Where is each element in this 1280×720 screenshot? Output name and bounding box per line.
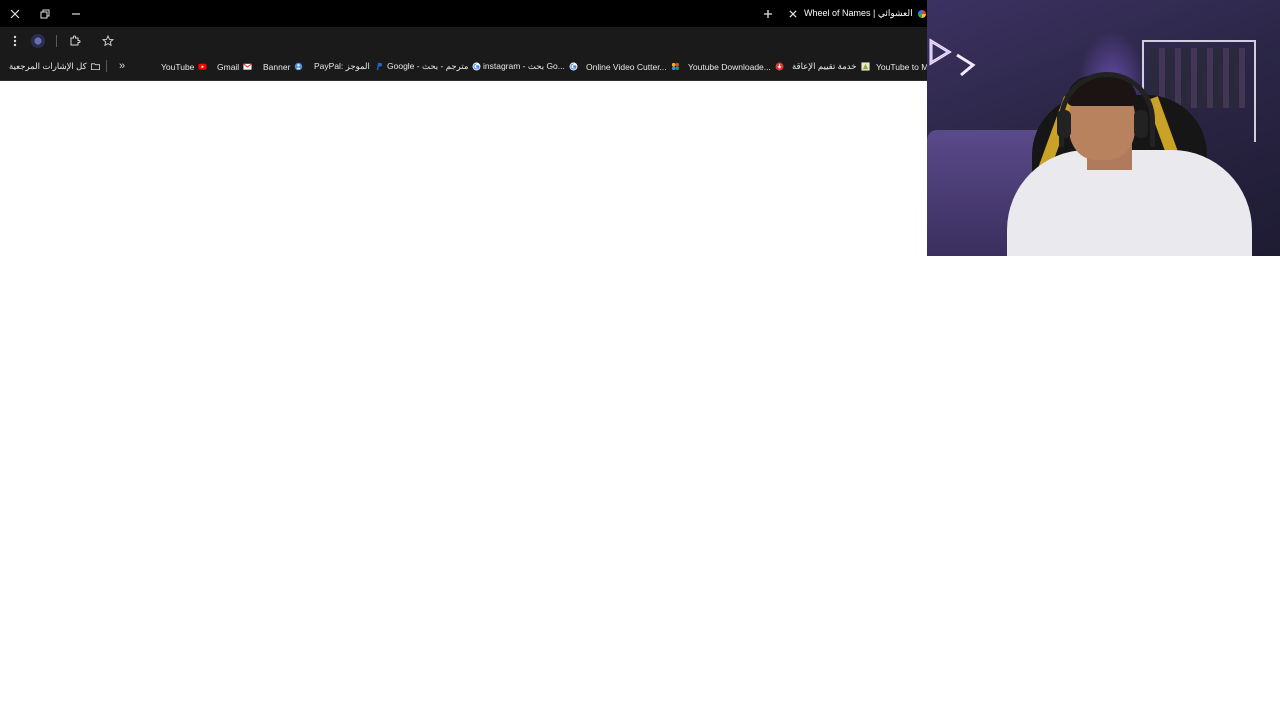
restore-icon [40,9,50,18]
restore-window-button[interactable] [30,0,60,27]
bookmark-online-video-cutter[interactable]: Online Video Cutter... [586,58,680,75]
wheel-favicon-icon [918,9,926,18]
minimize-icon [72,12,80,15]
close-icon [789,9,797,18]
bookmarks-overflow-button[interactable]: » [114,59,130,73]
bookmark-youtube-to-mp3[interactable]: YouTube to Mp [876,58,933,75]
tab-title: Wheel of Names | سم العشوائي [804,8,912,18]
close-icon [10,9,20,18]
paypal-icon [376,62,382,71]
bookmark-label: Banner [263,61,291,72]
bookmark-instagram-search[interactable]: instagram - بحث Go... [483,58,578,75]
bookmark-label: YouTube to Mp [876,61,934,72]
bookmark-paypal[interactable]: PayPal: الموجز [314,58,383,75]
bookmark-gmail[interactable]: Gmail [217,58,253,75]
toolbar-divider [56,35,57,47]
youtube-icon [198,63,207,70]
all-bookmarks-folder[interactable]: كل الإشارات المرجعية [9,58,100,75]
bookmark-disability-assessment[interactable]: خدمة تقييم الإعاقة [792,58,870,75]
kebab-menu-icon [13,35,17,47]
new-tab-button[interactable] [757,4,779,24]
bookmark-label: خدمة تقييم الإعاقة [792,61,857,71]
bookmark-star-button[interactable] [99,32,117,50]
close-window-button[interactable] [0,0,30,27]
download-icon [775,62,784,71]
bookmark-label: instagram - بحث Go... [483,61,565,71]
gmail-icon [243,63,253,70]
bookmark-label: YouTube [161,61,195,72]
webcam-overlay [927,0,1280,256]
bookmark-label: Google - مترجم - بحث [387,61,469,71]
bookmark-label: Youtube Downloade... [688,61,771,72]
minimize-window-button[interactable] [61,0,91,27]
browser-tab[interactable]: Wheel of Names | سم العشوائي [784,3,934,24]
extensions-button[interactable] [66,32,84,50]
google-icon [472,62,481,71]
bookmark-youtube-downloader[interactable]: Youtube Downloade... [688,58,784,75]
bookmark-youtube[interactable]: YouTube [161,58,207,75]
bookmark-label: Gmail [217,61,240,72]
video-cutter-icon [671,62,679,71]
profile-avatar[interactable] [31,34,45,48]
tab-close-button[interactable] [786,7,800,21]
puzzle-icon [70,35,81,46]
disability-service-icon [860,62,870,71]
bookmark-label: PayPal: الموجز [314,61,370,71]
neon-logo-icon [929,38,976,77]
bookmark-banner[interactable]: Banner [263,58,303,75]
google-icon [569,62,578,71]
menu-button[interactable] [6,32,24,50]
plus-icon [764,10,772,18]
star-icon [102,35,114,47]
bookmarks-divider [106,60,107,72]
bookmark-google-translate[interactable]: Google - مترجم - بحث [387,58,481,75]
all-bookmarks-label: كل الإشارات المرجعية [9,61,87,71]
folder-icon [90,63,100,71]
banner-icon [295,62,303,71]
bookmark-label: Online Video Cutter... [586,61,667,72]
